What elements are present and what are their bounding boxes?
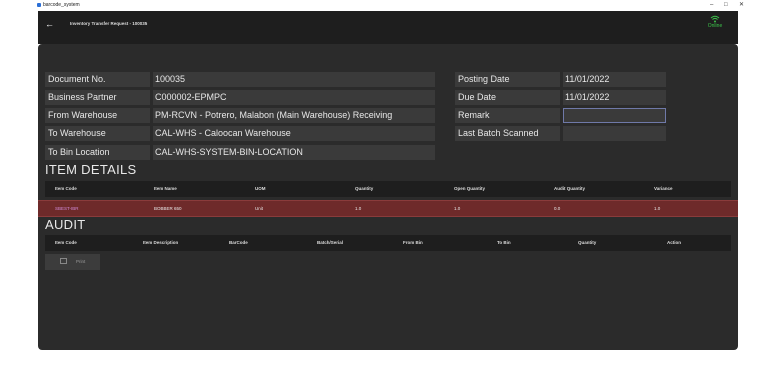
col-barcode: BarCode xyxy=(229,240,248,245)
col-from-bin: From Bin xyxy=(403,240,423,245)
cell-item-code[interactable]: SBEST-IBR xyxy=(55,201,79,216)
table-row[interactable]: SBEST-IBR BOBBER 650 Unit 1.0 1.0 0.0 1.… xyxy=(38,200,738,217)
status-label: Online xyxy=(707,23,723,29)
audit-header: Item Code Item Description BarCode Batch… xyxy=(45,235,731,251)
posting-date-value: 11/01/2022 xyxy=(563,72,666,87)
posting-date-label: Posting Date xyxy=(455,72,560,87)
to-bin-value: CAL-WHS-SYSTEM-BIN-LOCATION xyxy=(153,145,435,160)
audit-heading: AUDIT xyxy=(45,217,86,232)
col-item-code: Item Code xyxy=(55,186,77,191)
print-button[interactable]: Print xyxy=(45,254,100,270)
business-partner-value: C000002-EPMPC xyxy=(153,90,435,105)
app-icon xyxy=(37,3,41,7)
col-quantity: Quantity xyxy=(578,240,597,245)
item-details-header: Item Code Item Name UOM Quantity Open Qu… xyxy=(45,181,731,197)
minimize-button[interactable]: – xyxy=(710,1,713,9)
cell-uom: Unit xyxy=(255,206,264,211)
from-warehouse-value: PM-RCVN - Potrero, Malabon (Main Warehou… xyxy=(153,108,435,123)
close-button[interactable]: ✕ xyxy=(739,1,744,9)
wifi-icon xyxy=(710,15,720,23)
last-batch-field xyxy=(563,126,666,141)
col-action: Action xyxy=(667,240,681,245)
to-warehouse-label: To Warehouse xyxy=(45,126,150,141)
last-batch-label: Last Batch Scanned xyxy=(455,126,560,141)
page-title: Inventory Transfer Request - 100035 xyxy=(70,21,148,26)
cell-quantity: 1.0 xyxy=(355,206,362,211)
maximize-button[interactable]: □ xyxy=(724,1,728,9)
col-uom: UOM xyxy=(255,186,266,191)
window-title: barcode_system xyxy=(43,2,80,8)
col-quantity: Quantity xyxy=(355,186,374,191)
business-partner-label: Business Partner xyxy=(45,90,150,105)
printer-icon xyxy=(60,258,67,264)
cell-audit-quantity: 0.0 xyxy=(554,206,561,211)
app-bar: ← Inventory Transfer Request - 100035 On… xyxy=(38,11,738,44)
cell-open-quantity: 1.0 xyxy=(454,206,461,211)
connection-status: Online xyxy=(703,15,727,29)
col-batch-serial: Batch/Serial xyxy=(317,240,344,245)
to-warehouse-value: CAL-WHS - Caloocan Warehouse xyxy=(153,126,435,141)
due-date-value: 11/01/2022 xyxy=(563,90,666,105)
col-item-name: Item Name xyxy=(154,186,177,191)
col-to-bin: To Bin xyxy=(497,240,511,245)
document-no-value: 100035 xyxy=(153,72,435,87)
document-no-label: Document No. xyxy=(45,72,150,87)
due-date-label: Due Date xyxy=(455,90,560,105)
col-item-description: Item Description xyxy=(143,240,179,245)
cell-item-name: BOBBER 650 xyxy=(154,206,182,211)
from-warehouse-label: From Warehouse xyxy=(45,108,150,123)
to-bin-label: To Bin Location xyxy=(45,145,150,160)
item-details-heading: ITEM DETAILS xyxy=(45,162,137,177)
col-open-quantity: Open Quantity xyxy=(454,186,486,191)
print-button-label: Print xyxy=(76,259,86,264)
remark-label: Remark xyxy=(455,108,560,123)
col-item-code: Item Code xyxy=(55,240,77,245)
window-titlebar: barcode_system – □ ✕ xyxy=(0,0,770,11)
col-variance: Variance xyxy=(654,186,673,191)
cell-variance: 1.0 xyxy=(654,206,661,211)
arrow-left-icon[interactable]: ← xyxy=(45,19,54,29)
remark-input[interactable] xyxy=(563,108,666,123)
col-audit-quantity: Audit Quantity xyxy=(554,186,585,191)
